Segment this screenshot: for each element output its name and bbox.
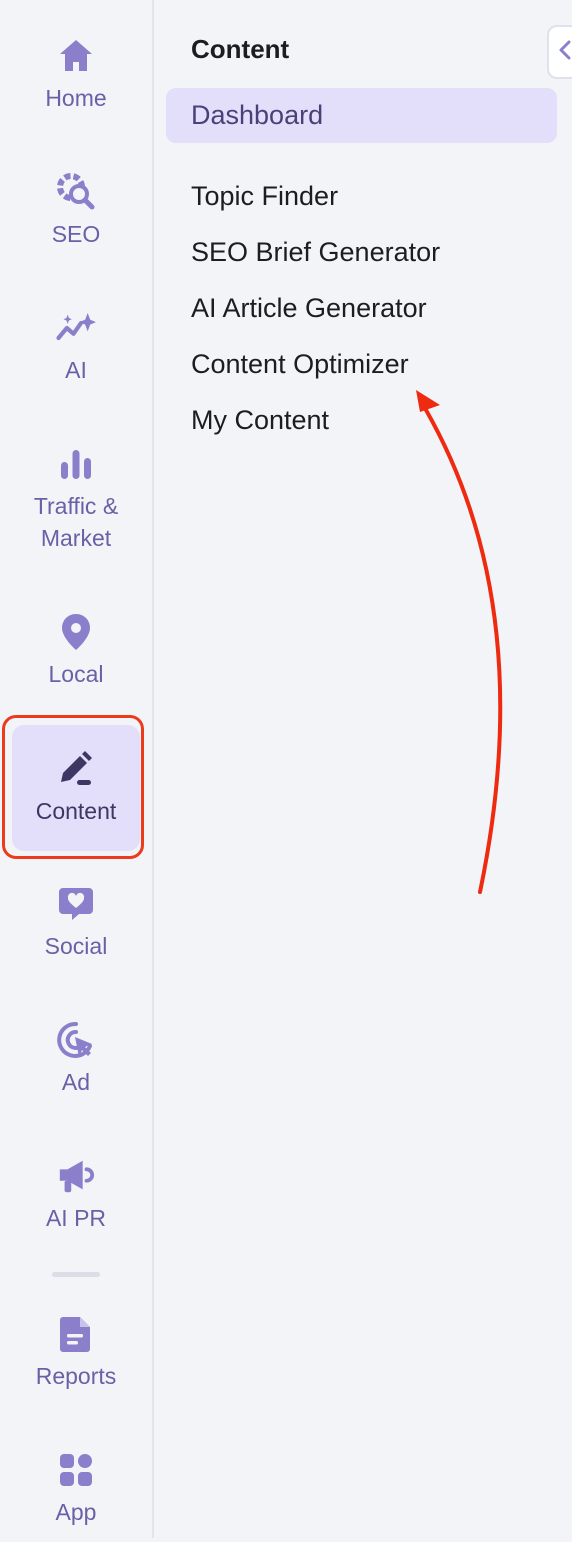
rail-item-social[interactable]: Social: [12, 884, 140, 962]
rail-divider: [52, 1272, 100, 1277]
rail-label-ai-pr: AI PR: [45, 1205, 107, 1231]
rail-item-ad[interactable]: Ad: [12, 1020, 140, 1098]
collapse-panel-button[interactable]: [547, 25, 572, 79]
rail-item-local[interactable]: Local: [12, 612, 140, 690]
rail-item-app[interactable]: App: [12, 1450, 140, 1528]
rail-label-seo: SEO: [51, 221, 101, 247]
rail-item-traffic-market[interactable]: Traffic & Market: [12, 444, 140, 554]
menu-item-my-content[interactable]: My Content: [191, 402, 329, 438]
rail-label-market: Market: [40, 525, 112, 551]
document-icon: [56, 1314, 96, 1354]
apps-grid-icon: [56, 1450, 96, 1490]
seo-gear-search-icon: [56, 172, 96, 212]
rail-label-traffic: Traffic &: [33, 493, 119, 519]
rail-label-ai: AI: [65, 357, 87, 383]
rail-label-ad: Ad: [61, 1069, 91, 1095]
rail-label-reports: Reports: [35, 1363, 117, 1389]
sparkle-chart-icon: [56, 308, 96, 348]
menu-item-ai-article-generator[interactable]: AI Article Generator: [191, 290, 427, 326]
rail-item-ai-pr[interactable]: AI PR: [12, 1156, 140, 1234]
menu-item-topic-finder[interactable]: Topic Finder: [191, 178, 338, 214]
icon-rail: Home SEO AI Traffic & Market Local Conte…: [0, 0, 154, 1538]
chevron-left-icon: [557, 39, 571, 66]
panel-title: Content: [191, 34, 290, 64]
bar-chart-icon: [56, 444, 96, 484]
rail-label-traffic-market: Traffic & Market: [34, 490, 118, 554]
annotation-arrow-shaft: [424, 408, 503, 894]
rail-item-seo[interactable]: SEO: [12, 172, 140, 250]
rail-item-home[interactable]: Home: [12, 36, 140, 114]
rail-label-local: Local: [48, 661, 104, 687]
map-pin-icon: [56, 612, 96, 652]
pen-icon: [56, 749, 96, 789]
rail-item-ai[interactable]: AI: [12, 308, 140, 386]
rail-label-home: Home: [45, 85, 107, 111]
menu-item-seo-brief-generator[interactable]: SEO Brief Generator: [191, 234, 440, 270]
home-icon: [56, 36, 96, 76]
menu-item-dashboard[interactable]: Dashboard: [166, 88, 557, 143]
menu-item-content-optimizer[interactable]: Content Optimizer: [191, 346, 409, 382]
menu-label-dashboard: Dashboard: [191, 100, 324, 130]
rail-item-content[interactable]: Content: [12, 725, 140, 851]
cursor-target-icon: [56, 1020, 96, 1060]
chat-heart-icon: [56, 884, 96, 924]
rail-item-reports[interactable]: Reports: [12, 1314, 140, 1392]
rail-label-social: Social: [44, 933, 108, 959]
annotation-arrow-head: [416, 390, 440, 412]
rail-label-app: App: [55, 1499, 97, 1525]
rail-label-content: Content: [35, 798, 117, 824]
megaphone-icon: [56, 1156, 96, 1196]
